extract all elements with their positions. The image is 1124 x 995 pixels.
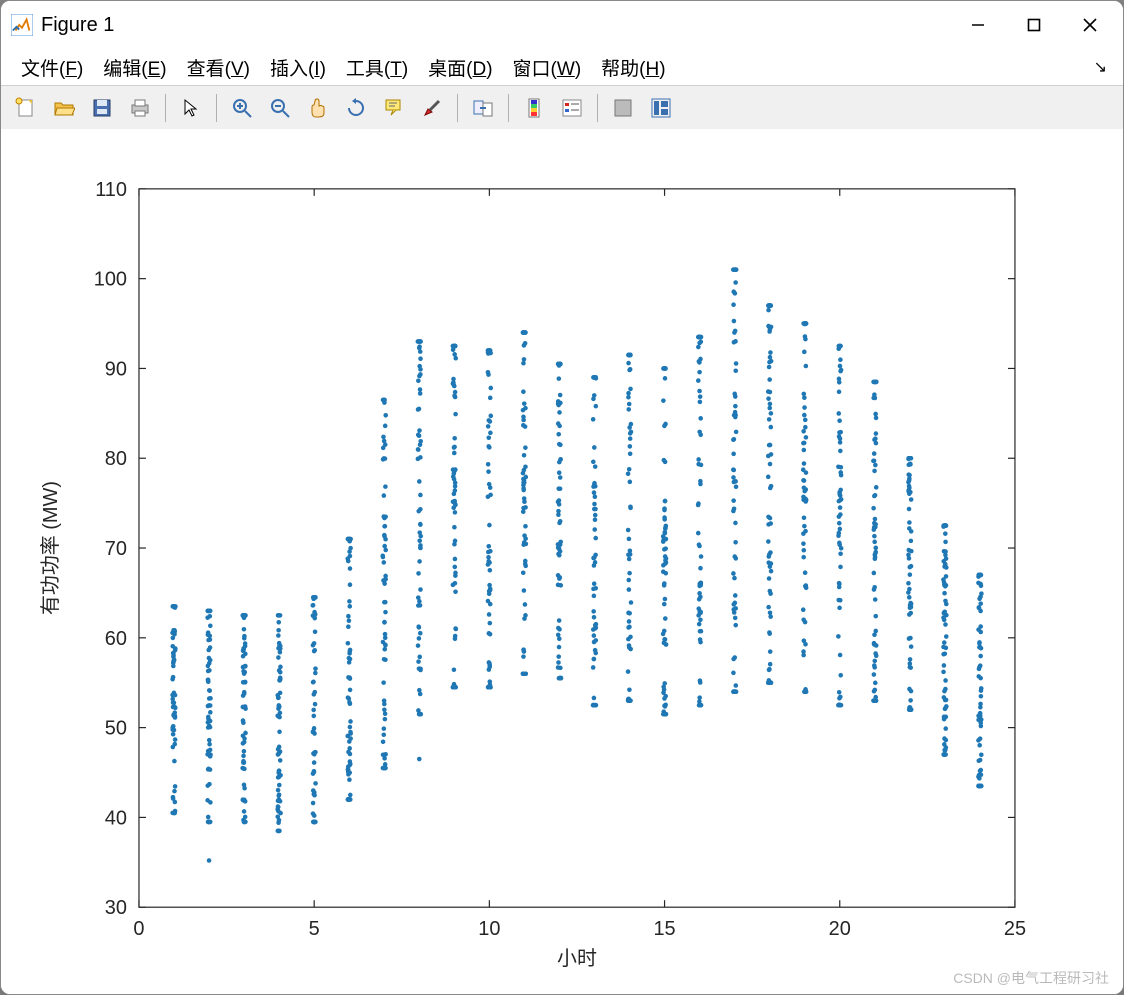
svg-text:25: 25 (1004, 918, 1026, 940)
pan-icon (307, 97, 329, 119)
svg-text:40: 40 (105, 807, 127, 829)
svg-text:有功功率 (MW): 有功功率 (MW) (39, 481, 62, 615)
menu-label: 文件(F) (21, 59, 83, 80)
close-button[interactable] (1067, 9, 1113, 41)
datatip-button[interactable] (378, 92, 410, 124)
pointer-icon (180, 97, 202, 119)
toolbar-separator (597, 94, 598, 122)
minimize-icon (971, 18, 985, 32)
scatter-plot: 0 5 10 15 20 25 30 40 50 60 70 80 90 100 110 小时 有功功率 (MW… (1, 129, 1123, 994)
menubar: 文件(F) 编辑(E) 查看(V) 插入(I) 工具(T) 桌面(D) 窗口(W… (1, 49, 1123, 86)
svg-text:小时: 小时 (557, 947, 597, 970)
close-icon (1083, 18, 1097, 32)
menu-label: 插入(I) (270, 59, 326, 80)
legend-icon (561, 97, 583, 119)
menu-label: 工具(T) (346, 59, 408, 80)
figure-window: Figure 1 文件(F) 编辑(E) 查看(V) 插入(I) 工具(T) 桌… (0, 0, 1124, 995)
svg-text:10: 10 (478, 918, 500, 940)
menu-label: 帮助(H) (601, 59, 665, 80)
svg-text:15: 15 (653, 918, 675, 940)
window-title: Figure 1 (41, 14, 945, 37)
menu-edit[interactable]: 编辑(E) (93, 52, 176, 83)
svg-text:80: 80 (105, 448, 127, 470)
rotate-button[interactable] (340, 92, 372, 124)
legend-button[interactable] (556, 92, 588, 124)
save-button[interactable] (86, 92, 118, 124)
open-button[interactable] (48, 92, 80, 124)
new-figure-button[interactable] (10, 92, 42, 124)
zoom-in-button[interactable] (226, 92, 258, 124)
menu-desktop[interactable]: 桌面(D) (418, 52, 502, 83)
toolbar-separator (508, 94, 509, 122)
svg-text:30: 30 (105, 897, 127, 919)
pan-button[interactable] (302, 92, 334, 124)
watermark: CSDN @电气工程研习社 (953, 968, 1109, 988)
svg-text:0: 0 (133, 918, 144, 940)
minimize-button[interactable] (955, 9, 1001, 41)
svg-text:5: 5 (309, 918, 320, 940)
rotate-icon (345, 97, 367, 119)
zoom-out-button[interactable] (264, 92, 296, 124)
print-icon (129, 97, 151, 119)
menu-label: 桌面(D) (428, 59, 492, 80)
zoom-in-icon (231, 97, 253, 119)
menu-label: 窗口(W) (513, 59, 582, 80)
hide-plot-tools-button[interactable] (607, 92, 639, 124)
pointer-button[interactable] (175, 92, 207, 124)
toolbar-separator (457, 94, 458, 122)
svg-text:60: 60 (105, 628, 127, 650)
hide-tools-icon (612, 97, 634, 119)
link-button[interactable] (467, 92, 499, 124)
toolbar-separator (165, 94, 166, 122)
svg-text:20: 20 (829, 918, 851, 940)
colorbar-icon (523, 97, 545, 119)
colorbar-button[interactable] (518, 92, 550, 124)
toolbar (1, 86, 1123, 131)
axes-area[interactable]: 0 5 10 15 20 25 30 40 50 60 70 80 90 100 110 小时 有功功率 (MW… (1, 129, 1123, 994)
print-button[interactable] (124, 92, 156, 124)
menu-file[interactable]: 文件(F) (11, 52, 93, 83)
menu-window[interactable]: 窗口(W) (503, 52, 592, 83)
titlebar: Figure 1 (1, 1, 1123, 49)
svg-text:90: 90 (105, 358, 127, 380)
new-icon (15, 97, 37, 119)
maximize-icon (1027, 18, 1041, 32)
zoom-out-icon (269, 97, 291, 119)
collapse-toolstrip-icon[interactable]: ↘ (1094, 57, 1107, 77)
menu-label: 编辑(E) (103, 59, 166, 80)
brush-button[interactable] (416, 92, 448, 124)
svg-text:70: 70 (105, 538, 127, 560)
show-plot-tools-button[interactable] (645, 92, 677, 124)
datatip-icon (383, 97, 405, 119)
svg-text:100: 100 (94, 269, 127, 291)
menu-help[interactable]: 帮助(H) (591, 52, 675, 83)
menu-label: 查看(V) (187, 59, 250, 80)
open-icon (53, 97, 75, 119)
svg-text:50: 50 (105, 718, 127, 740)
brush-icon (421, 97, 443, 119)
svg-text:110: 110 (95, 179, 127, 201)
save-icon (91, 97, 113, 119)
maximize-button[interactable] (1011, 9, 1057, 41)
link-icon (472, 97, 494, 119)
matlab-icon (11, 14, 33, 36)
toolbar-separator (216, 94, 217, 122)
menu-insert[interactable]: 插入(I) (260, 52, 336, 83)
menu-view[interactable]: 查看(V) (177, 52, 260, 83)
show-tools-icon (650, 97, 672, 119)
menu-tools[interactable]: 工具(T) (336, 52, 418, 83)
